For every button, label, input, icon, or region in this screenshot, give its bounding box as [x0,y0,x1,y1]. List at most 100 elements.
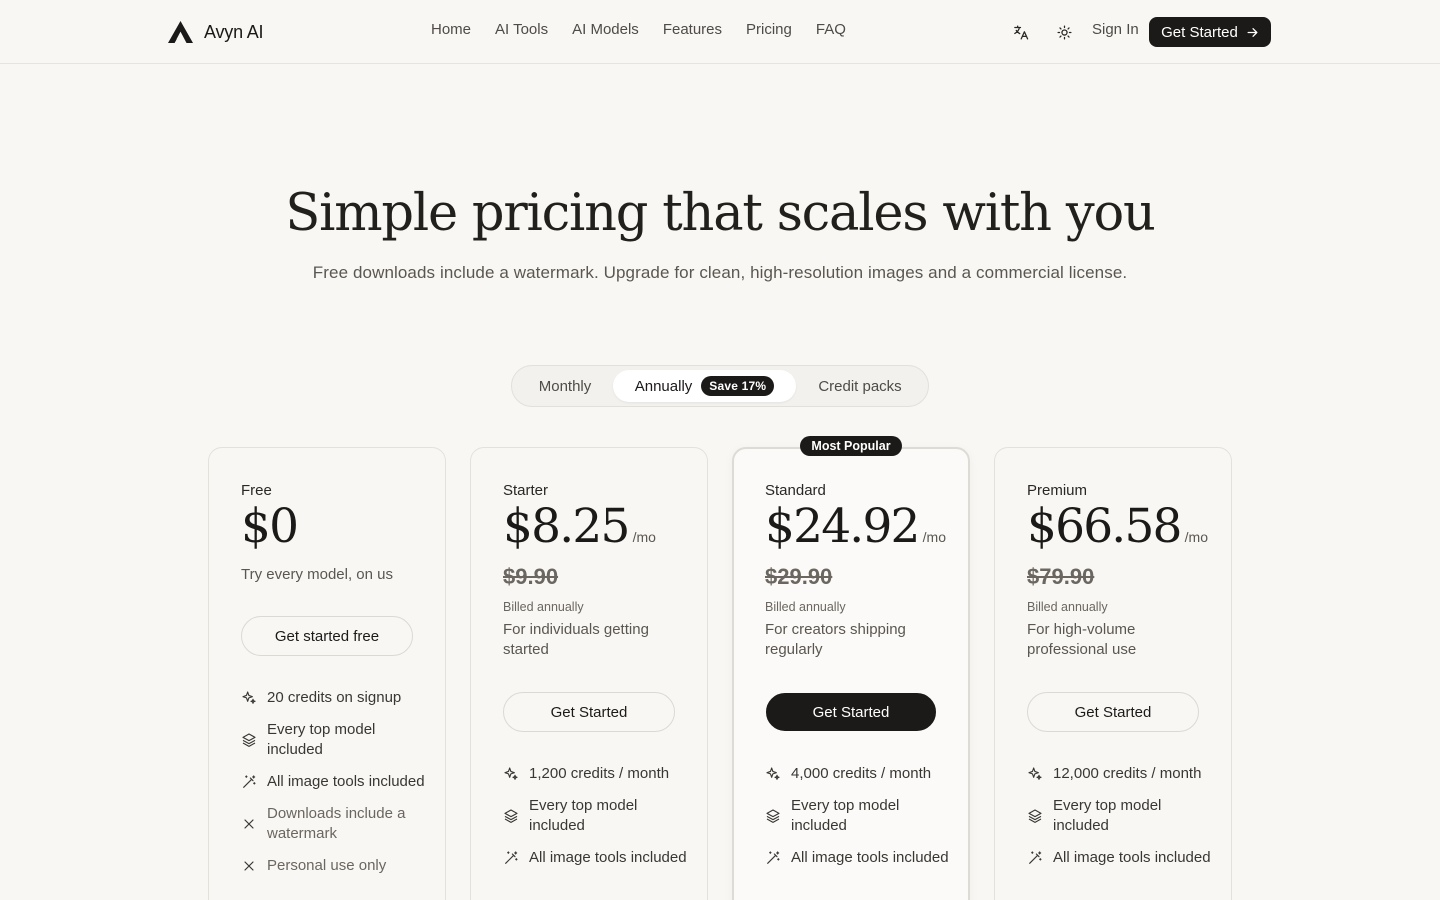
feature-item: All image tools included [503,848,693,868]
brand-home-link[interactable]: Avyn AI [168,18,264,46]
nav-link-ai-tools[interactable]: AI Tools [495,21,548,38]
sun-icon [1056,24,1072,40]
feature-item-excluded: Downloads include a watermark [241,804,431,844]
sparkles-icon [1027,766,1043,782]
get-started-free-button[interactable]: Get started free [241,616,413,656]
feature-list: 4,000 credits / month Every top model in… [765,764,955,880]
x-icon [241,816,257,832]
plan-description: For individuals getting started [503,621,649,658]
original-price: $29.90 [765,564,833,589]
feature-text: 1,200 credits / month [529,765,670,782]
billing-period-toggle: Monthly Annually Save 17% Credit packs [511,365,929,407]
feature-text: Every top model included [529,797,638,834]
feature-item: Every top model included [765,796,955,836]
nav-link-faq[interactable]: FAQ [816,21,846,38]
toggle-option-label: Monthly [538,377,592,395]
toggle-option-monthly[interactable]: Monthly [517,370,613,402]
feature-item: Every top model included [1027,796,1217,836]
header-get-started-button[interactable]: Get Started [1149,17,1271,47]
plan-card-premium: Premium $66.58 /mo $79.90 Billed annuall… [994,447,1232,900]
billing-note: Billed annually [1027,600,1108,614]
magic-wand-icon [503,850,519,866]
cta-label: Get Started [550,703,628,721]
plan-price: $0 [241,499,299,554]
sparkles-icon [241,690,257,706]
nav-link-home[interactable]: Home [431,21,471,38]
feature-item: 20 credits on signup [241,688,431,708]
feature-text: All image tools included [791,849,949,866]
feature-item: All image tools included [765,848,955,868]
plan-price: $8.25 [503,499,630,554]
layers-icon [765,808,781,824]
feature-text: Every top model included [1053,797,1162,834]
feature-text: All image tools included [529,849,687,866]
plan-name: Premium [1027,482,1088,499]
feature-list: 1,200 credits / month Every top model in… [503,764,693,880]
billing-note: Billed annually [765,600,846,614]
price-period: /mo [1184,529,1208,545]
feature-item: 12,000 credits / month [1027,764,1217,784]
plan-name: Starter [503,482,549,499]
sparkles-icon [765,766,781,782]
save-badge: Save 17% [701,376,775,396]
price-row: $66.58 /mo [1027,499,1208,554]
get-started-button-primary[interactable]: Get Started [766,693,936,731]
feature-item: Every top model included [241,720,431,760]
most-popular-badge: Most Popular [800,436,902,456]
x-icon [241,858,257,874]
avyn-logo-icon [168,21,193,43]
main-nav: Home AI Tools AI Models Features Pricing… [431,21,846,38]
feature-item: 1,200 credits / month [503,764,693,784]
sparkles-icon [503,766,519,782]
original-price: $9.90 [503,564,559,589]
toggle-option-credit-packs[interactable]: Credit packs [802,370,918,402]
plan-card-free: Free $0 Try every model, on us Get start… [208,447,446,900]
price-row: $0 [241,499,299,554]
feature-list: 20 credits on signup Every top model inc… [241,688,431,888]
get-started-button[interactable]: Get Started [1027,692,1199,732]
layers-icon [241,732,257,748]
language-switcher-button[interactable] [1007,19,1033,45]
nav-link-ai-models[interactable]: AI Models [572,21,639,38]
magic-wand-icon [241,774,257,790]
toggle-option-label: Credit packs [818,377,902,395]
plan-price: $66.58 [1027,499,1182,554]
page-title: Simple pricing that scales with you [285,184,1155,243]
feature-text: 12,000 credits / month [1053,765,1202,782]
price-row: $24.92 /mo [765,499,946,554]
feature-item-excluded: Personal use only [241,856,431,876]
price-period: /mo [922,529,946,545]
arrow-right-icon [1247,27,1258,37]
cta-label: Get Started [1074,703,1152,721]
feature-text: Every top model included [267,721,376,758]
layers-icon [1027,808,1043,824]
billing-note: Billed annually [503,600,584,614]
feature-item: All image tools included [1027,848,1217,868]
plan-name: Free [241,482,272,499]
feature-text: 4,000 credits / month [791,765,932,782]
brand-name: Avyn AI [204,21,264,42]
feature-text: All image tools included [267,773,425,790]
cta-label: Get started free [274,627,380,645]
theme-toggle-button[interactable] [1051,19,1077,45]
feature-text: Downloads include a watermark [267,805,406,842]
feature-text: Every top model included [791,797,900,834]
layers-icon [503,808,519,824]
plan-price: $24.92 [765,499,920,554]
nav-link-pricing[interactable]: Pricing [746,21,792,38]
feature-text: Personal use only [267,857,387,874]
plan-card-starter: Starter $8.25 /mo $9.90 Billed annually … [470,447,708,900]
page-subtitle: Free downloads include a watermark. Upgr… [312,263,1128,282]
toggle-option-annually[interactable]: Annually Save 17% [613,370,796,402]
feature-item: 4,000 credits / month [765,764,955,784]
sign-in-link[interactable]: Sign In [1092,21,1139,38]
magic-wand-icon [765,850,781,866]
original-price: $79.90 [1027,564,1095,589]
feature-list: 12,000 credits / month Every top model i… [1027,764,1217,880]
plan-name: Standard [765,482,826,499]
price-period: /mo [632,529,656,545]
get-started-button[interactable]: Get Started [503,692,675,732]
magic-wand-icon [1027,850,1043,866]
top-navigation-bar: Avyn AI Home AI Tools AI Models Features… [0,0,1440,64]
nav-link-features[interactable]: Features [663,21,722,38]
